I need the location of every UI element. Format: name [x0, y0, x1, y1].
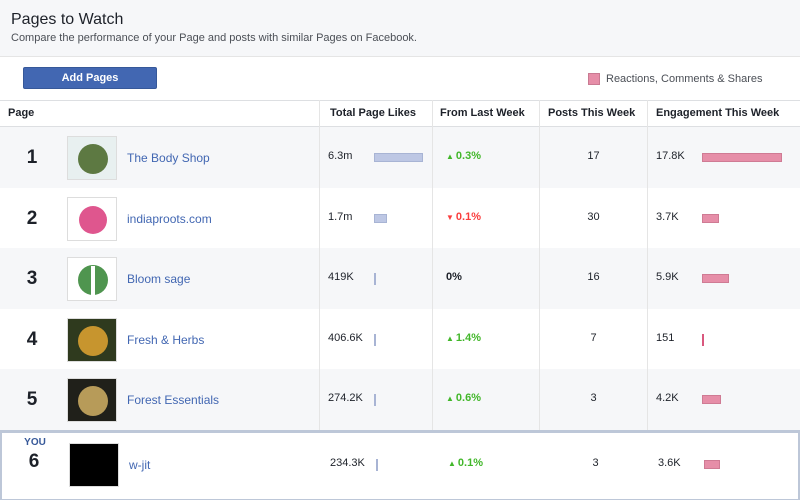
page-title: Pages to Watch: [11, 11, 124, 28]
posts-this-week-value: 17: [587, 149, 600, 162]
page-name-link[interactable]: Forest Essentials: [127, 393, 219, 407]
likes-bar: [374, 213, 387, 223]
rank-number: 2: [26, 207, 38, 229]
engagement-value: 151: [656, 331, 675, 344]
arrow-up-icon: ▲: [446, 333, 454, 343]
arrow-up-icon: ▲: [446, 393, 454, 403]
legend: Reactions, Comments & Shares: [588, 72, 763, 86]
engagement-value: 3.6K: [658, 456, 681, 469]
engagement-bar: [704, 459, 720, 469]
column-divider: [432, 100, 433, 430]
rank-number: 5: [26, 388, 38, 410]
engagement-bar: [702, 333, 704, 346]
rank-number: 6: [28, 451, 40, 472]
total-likes-value: 1.7m: [328, 210, 353, 223]
table-row[interactable]: 2 indiaproots.com 1.7m ▼ 0.1% 30 3.7K: [0, 188, 800, 249]
change-percent: 0%: [446, 270, 462, 283]
legend-swatch: [588, 73, 600, 85]
table-row[interactable]: YOU 6 w-jit 234.3K ▲ 0.1% 3 3.6K: [0, 430, 800, 500]
change-percent: 0.6%: [455, 391, 481, 404]
arrow-down-icon: ▼: [446, 212, 454, 222]
change-percent: 0.3%: [455, 149, 481, 162]
change-value: ▲ 1.4%: [446, 332, 481, 344]
table-row[interactable]: 1 The Body Shop 6.3m ▲ 0.3% 17 17.8K: [0, 127, 800, 188]
table-row[interactable]: 5 Forest Essentials 274.2K ▲ 0.6% 3 4.2K: [0, 369, 800, 430]
column-divider: [647, 100, 648, 430]
page-name-link[interactable]: Bloom sage: [127, 272, 190, 286]
engagement-value: 5.9K: [656, 270, 679, 283]
posts-this-week-value: 16: [587, 270, 600, 283]
change-value: ▲ 0.6%: [446, 392, 481, 404]
engagement-bar: [702, 394, 721, 404]
total-likes-value: 406.6K: [328, 331, 363, 344]
page-logo-icon[interactable]: [67, 256, 117, 301]
total-likes-value: 234.3K: [330, 456, 365, 469]
page-subtitle: Compare the performance of your Page and…: [11, 32, 417, 44]
arrow-up-icon: ▲: [446, 151, 454, 161]
column-header-posts-this-week: Posts This Week: [548, 107, 636, 119]
table-row[interactable]: 4 Fresh & Herbs 406.6K ▲ 1.4% 7 151: [0, 309, 800, 370]
legend-label: Reactions, Comments & Shares: [606, 73, 763, 85]
change-value: ▲ 0.3%: [446, 150, 481, 162]
engagement-bar: [702, 152, 782, 162]
column-header-page: Page: [8, 107, 35, 119]
likes-bar: [374, 333, 376, 346]
column-header-total-likes: Total Page Likes: [330, 107, 416, 119]
rank-number: 1: [26, 146, 38, 168]
column-header-from-last-week: From Last Week: [440, 107, 525, 119]
change-percent: 0.1%: [455, 210, 481, 223]
change-percent: 1.4%: [455, 331, 481, 344]
column-divider: [319, 100, 320, 430]
page-logo-icon[interactable]: [67, 377, 117, 422]
page-logo-icon[interactable]: [67, 317, 117, 362]
rank-number: 3: [26, 267, 38, 289]
page-logo-icon[interactable]: [67, 135, 117, 180]
page-logo-icon[interactable]: [69, 442, 119, 487]
page-logo-icon[interactable]: [67, 196, 117, 241]
column-header-engagement: Engagement This Week: [656, 107, 780, 119]
rank-number: 4: [26, 328, 38, 350]
engagement-value: 17.8K: [656, 149, 685, 162]
likes-bar: [376, 458, 378, 471]
likes-bar: [374, 393, 376, 406]
page-name-link[interactable]: indiaproots.com: [127, 212, 212, 226]
page-name-link[interactable]: The Body Shop: [127, 151, 210, 165]
posts-this-week-value: 3: [590, 391, 597, 404]
total-likes-value: 419K: [328, 270, 354, 283]
posts-this-week-value: 30: [587, 210, 600, 223]
total-likes-value: 6.3m: [328, 149, 353, 162]
change-value: ▼ 0.1%: [446, 211, 481, 223]
you-label: YOU: [24, 437, 46, 448]
table-row[interactable]: 3 Bloom sage 419K 0% 16 5.9K: [0, 248, 800, 309]
engagement-bar: [702, 213, 719, 223]
change-value: 0%: [446, 271, 462, 283]
add-pages-button[interactable]: Add Pages: [23, 67, 157, 89]
likes-bar: [374, 152, 423, 162]
engagement-value: 4.2K: [656, 391, 679, 404]
posts-this-week-value: 3: [592, 456, 599, 469]
page-name-link[interactable]: Fresh & Herbs: [127, 333, 204, 347]
page-name-link[interactable]: w-jit: [129, 458, 150, 472]
engagement-bar: [702, 273, 729, 283]
column-divider: [539, 100, 540, 430]
posts-this-week-value: 7: [590, 331, 597, 344]
page-header: Pages to Watch Compare the performance o…: [0, 0, 800, 57]
table-header: Page Total Page Likes From Last Week Pos…: [0, 100, 800, 127]
likes-bar: [374, 272, 376, 285]
change-value: ▲ 0.1%: [448, 457, 483, 469]
change-percent: 0.1%: [457, 456, 483, 469]
total-likes-value: 274.2K: [328, 391, 363, 404]
engagement-value: 3.7K: [656, 210, 679, 223]
arrow-up-icon: ▲: [448, 458, 456, 468]
